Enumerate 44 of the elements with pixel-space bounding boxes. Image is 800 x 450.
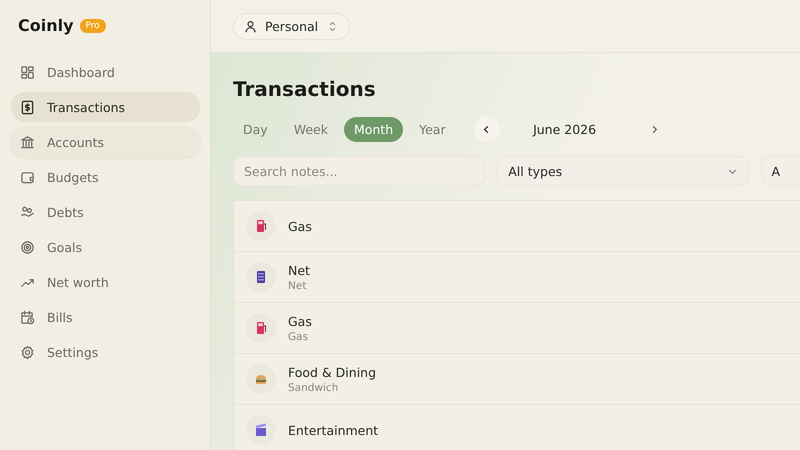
- transaction-title: Food & Dining: [288, 364, 376, 380]
- transaction-row[interactable]: Gas Gas: [234, 303, 800, 354]
- transaction-title: Entertainment: [288, 422, 378, 438]
- wallet-icon: [20, 170, 35, 184]
- debt-icon: [20, 204, 35, 220]
- calendar-icon: [20, 310, 35, 324]
- sidebar-item[interactable]: Accounts: [11, 127, 200, 157]
- sidebar-item[interactable]: Settings: [11, 337, 200, 367]
- settings-icon: [20, 344, 35, 360]
- period-tab[interactable]: Year: [409, 116, 456, 142]
- page-title: Transactions: [233, 77, 377, 101]
- period-tab[interactable]: Week: [284, 116, 338, 142]
- profile-selector[interactable]: Personal: [233, 12, 350, 40]
- dashboard-icon: [20, 64, 35, 80]
- transaction-title: Gas: [288, 218, 312, 234]
- transaction-subtitle: Gas: [288, 330, 310, 342]
- sidebar-item[interactable]: Dashboard: [11, 57, 200, 87]
- sidebar-item[interactable]: Debts: [11, 197, 200, 227]
- clapperboard-icon: [253, 422, 269, 438]
- bank-icon: [20, 134, 35, 150]
- app-logo: Coinly: [18, 16, 74, 35]
- target-icon: [20, 240, 35, 254]
- sidebar-item[interactable]: Bills: [11, 302, 200, 332]
- transaction-row[interactable]: Net Net: [234, 252, 800, 303]
- dollar-icon: [20, 100, 35, 114]
- sidebar-item[interactable]: Transactions: [11, 92, 200, 122]
- transaction-subtitle: Net: [288, 280, 308, 292]
- period-label: June 2026: [532, 122, 598, 136]
- plan-badge: Pro: [80, 18, 106, 32]
- transaction-row[interactable]: Gas: [234, 201, 800, 252]
- sidebar-item[interactable]: Goals: [11, 232, 200, 262]
- transaction-row[interactable]: Food & Dining Sandwich: [234, 354, 800, 405]
- person-icon: [244, 20, 257, 32]
- filter-dropdown[interactable]: A: [761, 156, 800, 186]
- sidebar-item[interactable]: Net worth: [11, 267, 200, 297]
- transaction-subtitle: Sandwich: [288, 382, 340, 394]
- transaction-title: Gas: [288, 314, 312, 328]
- transaction-title: Net: [288, 262, 310, 278]
- sidebar-item[interactable]: Budgets: [11, 162, 200, 192]
- period-tab[interactable]: Month: [344, 116, 404, 142]
- type-dropdown[interactable]: All types: [497, 156, 750, 186]
- period-tab[interactable]: Day: [233, 116, 278, 142]
- previous-button[interactable]: [474, 116, 500, 142]
- search-field[interactable]: Search notes...: [233, 156, 486, 186]
